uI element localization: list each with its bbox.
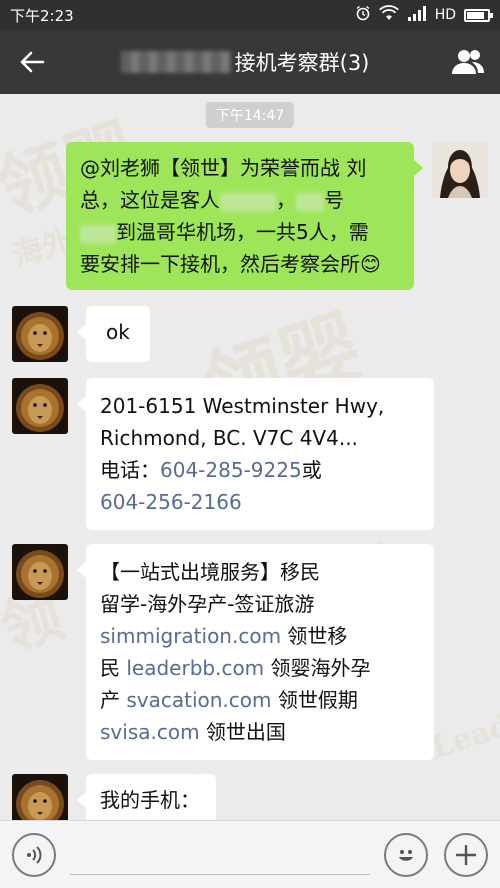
plus-icon — [456, 844, 476, 865]
message-incoming: 【一站式出境服务】移民 留学-海外孕产-签证旅游 simmigration.co… — [12, 544, 434, 760]
chat-title-wrap: 接机考察群(3) — [64, 47, 436, 77]
back-arrow-icon — [20, 51, 45, 73]
message-line: simmigration.com 领世移 — [100, 620, 420, 652]
avatar-lion[interactable] — [12, 544, 68, 600]
message-text: 总，这位是客人 — [80, 188, 220, 212]
network-type: HD — [434, 7, 456, 23]
message-text: 领世出国 — [199, 720, 286, 744]
avatar-lion[interactable] — [12, 378, 68, 434]
smile-emoji-icon: 😊 — [360, 252, 381, 276]
back-button[interactable] — [0, 30, 64, 94]
input-bar — [0, 820, 500, 888]
message-incoming: 201-6151 Westminster Hwy, Richmond, BC. … — [12, 378, 434, 530]
message-bubble-incoming[interactable]: 【一站式出境服务】移民 留学-海外孕产-签证旅游 simmigration.co… — [77, 544, 434, 760]
message-bubble-incoming[interactable]: 201-6151 Westminster Hwy, Richmond, BC. … — [77, 378, 434, 530]
message-bubble-incoming[interactable]: ok — [77, 306, 150, 362]
phone-link[interactable]: 604-285-9225 — [160, 458, 302, 482]
wifi-icon — [378, 5, 399, 25]
message-bubble-outgoing[interactable]: @刘老狮【领世】为荣誉而战 刘 总，这位是客人，号 到温哥华机场，一共5人，需 … — [66, 142, 423, 290]
message-text: 我的手机： — [100, 788, 200, 812]
website-link[interactable]: simmigration.com — [100, 624, 281, 648]
group-members-button[interactable] — [436, 30, 500, 94]
chat-title: 接机考察群(3) — [234, 51, 370, 75]
message-line: 产 svacation.com 领世假期 — [100, 684, 420, 716]
message-text: ， — [276, 188, 296, 212]
battery-icon — [464, 8, 493, 22]
website-link[interactable]: leaderbb.com — [126, 656, 264, 680]
chat-header: 接机考察群(3) — [0, 30, 500, 94]
message-timestamp: 下午14:47 — [205, 102, 295, 128]
message-text: 或 — [301, 458, 322, 482]
message-text: 领世假期 — [271, 688, 358, 712]
phone-line: 电话：604-285-9225或 — [100, 454, 420, 486]
emoji-face-icon — [399, 849, 413, 861]
message-line: svisa.com 领世出国 — [100, 716, 420, 748]
message-outgoing: @刘老狮【领世】为荣誉而战 刘 总，这位是客人，号 到温哥华机场，一共5人，需 … — [66, 142, 488, 290]
watermark: Leader — [427, 697, 500, 766]
message-line: 留学-海外孕产-签证旅游 — [100, 592, 315, 616]
message-text: 产 — [100, 688, 127, 712]
voice-button[interactable] — [12, 832, 56, 877]
message-line: 民 leaderbb.com 领婴海外孕 — [100, 652, 420, 684]
message-incoming: ok — [12, 306, 150, 362]
message-text: 要安排一下接机，然后考察会所 — [80, 252, 360, 276]
message-line: 【一站式出境服务】移民 — [100, 560, 320, 584]
signal-icon — [407, 5, 427, 25]
message-line: 总，这位是客人 ， 号 — [80, 184, 400, 216]
address-line: Richmond, BC. V7C 4V4... — [100, 426, 358, 450]
avatar-lion[interactable] — [12, 774, 68, 820]
avatar-lion[interactable] — [12, 306, 68, 362]
address-line: 201-6151 Westminster Hwy, — [100, 394, 385, 418]
message-incoming: 我的手机： — [12, 774, 216, 820]
redacted-group-name — [120, 51, 231, 73]
alarm-icon — [355, 5, 371, 25]
phone-label: 电话： — [100, 458, 160, 482]
message-text: 号 — [324, 188, 344, 212]
message-text: 领婴海外孕 — [264, 656, 371, 680]
message-input[interactable] — [70, 835, 370, 875]
status-time: 下午2:23 — [10, 6, 74, 25]
message-text: 领世移 — [281, 624, 348, 648]
group-people-icon — [452, 50, 484, 74]
message-text: 民 — [100, 656, 127, 680]
message-line: 到温哥华机场，一共5人，需 — [80, 216, 400, 248]
website-link[interactable]: svacation.com — [126, 688, 271, 712]
chat-area[interactable]: 领婴 海外孕产 领婴 海外孕产 LeaderBaby 领婴 领 Leader B… — [0, 94, 500, 820]
voice-icon — [27, 845, 42, 864]
website-link[interactable]: svisa.com — [100, 720, 200, 744]
phone-link[interactable]: 604-256-2166 — [100, 490, 242, 514]
message-text: 到温哥华机场，一共5人，需 — [116, 220, 369, 244]
redacted-text — [220, 192, 276, 211]
phone-line: 604-256-2166 — [100, 486, 420, 518]
more-button[interactable] — [444, 832, 488, 877]
message-text: ok — [106, 320, 130, 344]
emoji-button[interactable] — [384, 832, 428, 877]
message-line: 要安排一下接机，然后考察会所😊 — [80, 248, 400, 280]
status-bar: 下午2:23 HD — [0, 0, 500, 30]
avatar-self[interactable] — [432, 142, 488, 198]
message-line: @刘老狮【领世】为荣誉而战 刘 — [80, 156, 367, 180]
redacted-text — [296, 192, 324, 211]
redacted-text — [80, 224, 116, 243]
message-bubble-incoming[interactable]: 我的手机： — [77, 774, 216, 820]
status-icons: HD — [355, 5, 493, 25]
